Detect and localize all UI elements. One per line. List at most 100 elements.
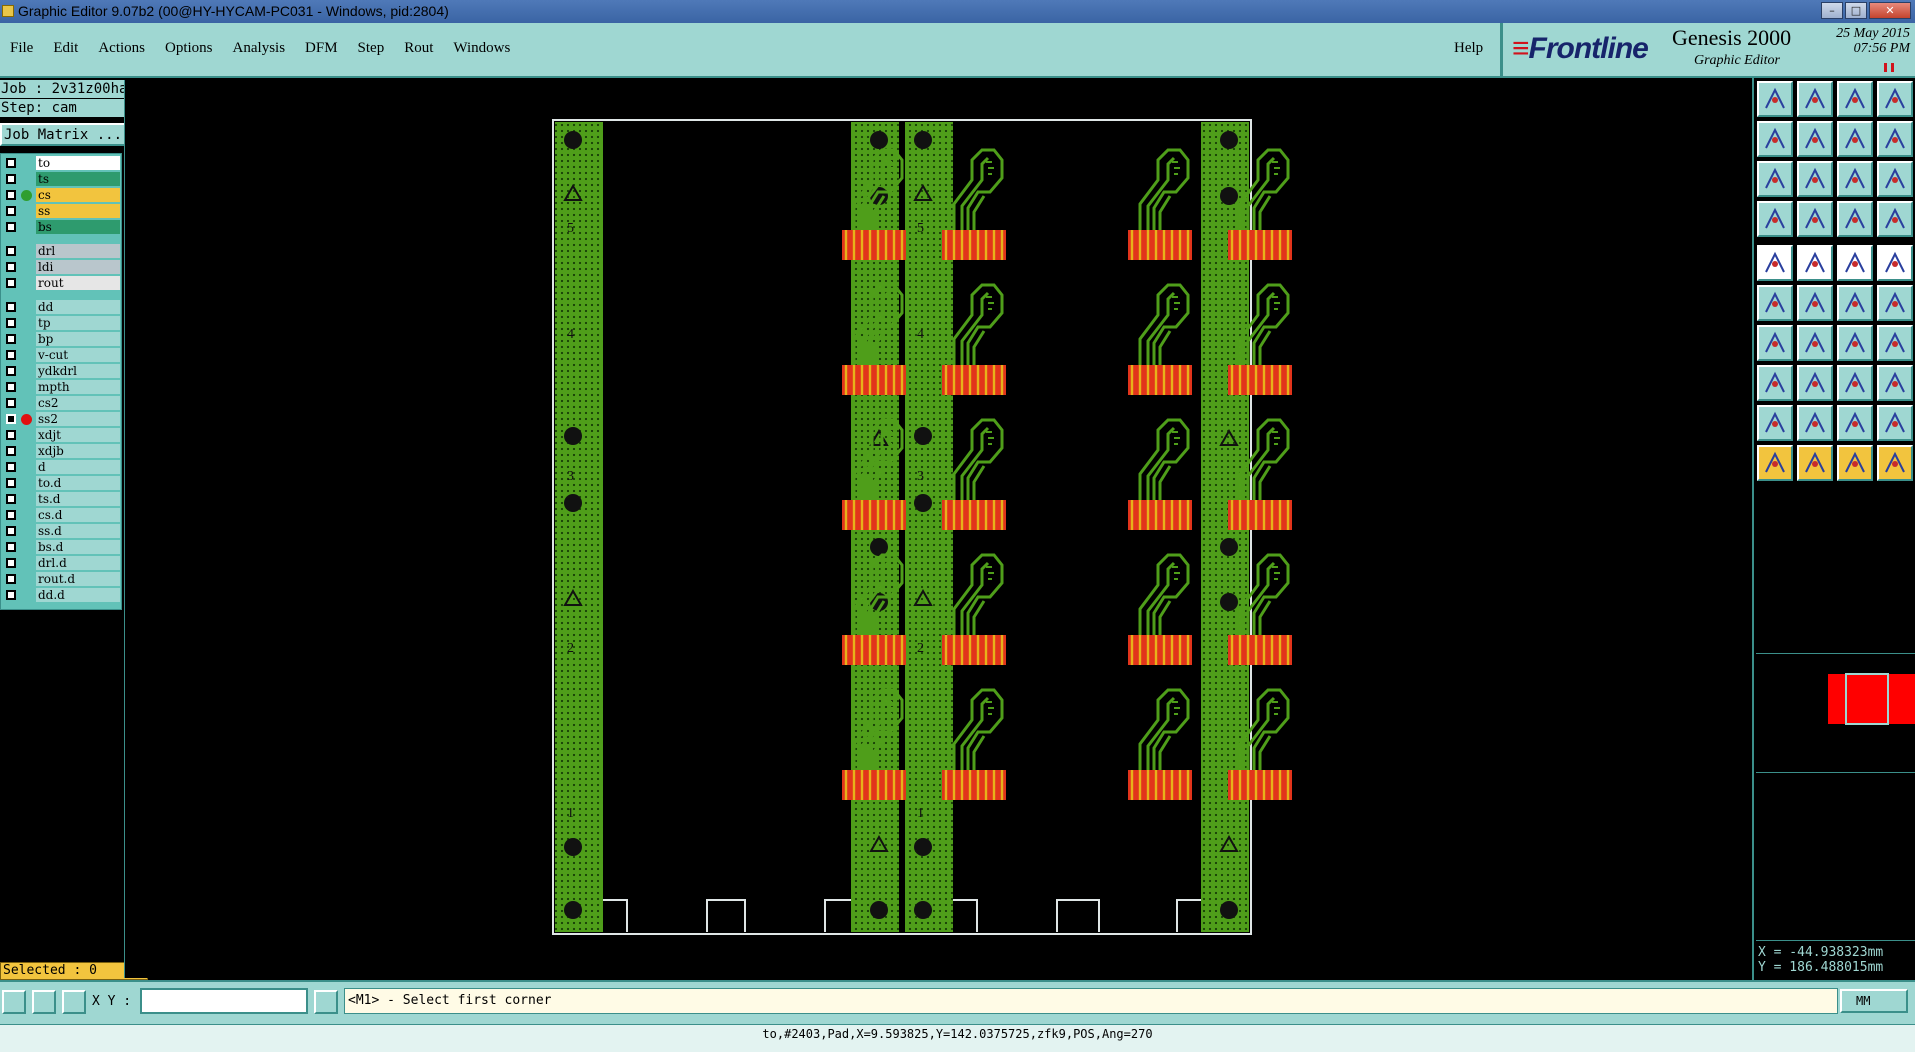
layer-label[interactable]: dd: [36, 300, 120, 314]
layer-checkbox[interactable]: [6, 430, 16, 440]
dot-icon[interactable]: [1877, 245, 1913, 281]
layer-row-to[interactable]: to: [1, 156, 121, 170]
layer-checkbox[interactable]: [6, 558, 16, 568]
redo-icon[interactable]: [1877, 121, 1913, 157]
layer-label[interactable]: to.d: [36, 476, 120, 490]
layer-row-dd[interactable]: dd: [1, 300, 121, 314]
select-route-icon[interactable]: [1877, 445, 1913, 481]
trace-a-icon[interactable]: [1797, 405, 1833, 441]
layer-checkbox[interactable]: [6, 158, 16, 168]
triangle-icon[interactable]: [1757, 405, 1793, 441]
menu-file[interactable]: File: [10, 40, 33, 57]
layer-checkbox[interactable]: [6, 302, 16, 312]
snap-icon[interactable]: [2, 990, 26, 1014]
select-icon[interactable]: [1757, 445, 1793, 481]
overview-map[interactable]: [1756, 653, 1915, 773]
layer-checkbox[interactable]: [6, 446, 16, 456]
layer-checkbox[interactable]: [6, 318, 16, 328]
layer-checkbox[interactable]: [6, 462, 16, 472]
layer-label[interactable]: ts: [36, 172, 120, 186]
measure-box-icon[interactable]: [1837, 365, 1873, 401]
layer-row-ldi[interactable]: ldi: [1, 260, 121, 274]
layer-label[interactable]: d: [36, 460, 120, 474]
xy-input[interactable]: [140, 988, 308, 1014]
layer-label[interactable]: to: [36, 156, 120, 170]
layer-row-mpth[interactable]: mpth: [1, 380, 121, 394]
layer-row-xdjb[interactable]: xdjb: [1, 444, 121, 458]
layer-checkbox[interactable]: [6, 350, 16, 360]
select-circle-icon[interactable]: [1837, 445, 1873, 481]
layer-row-ts.d[interactable]: ts.d: [1, 492, 121, 506]
layer-row-ss2[interactable]: ss2: [1, 412, 121, 426]
connect-icon[interactable]: [1757, 285, 1793, 321]
text-icon[interactable]: [1877, 325, 1913, 361]
trace-c-icon[interactable]: [1877, 405, 1913, 441]
layer-checkbox[interactable]: [6, 398, 16, 408]
layer-row-cs2[interactable]: cs2: [1, 396, 121, 410]
layer-row-ydkdrl[interactable]: ydkdrl: [1, 364, 121, 378]
layer-checkbox[interactable]: [6, 334, 16, 344]
layer-row-bs.d[interactable]: bs.d: [1, 540, 121, 554]
layer-checkbox[interactable]: [6, 246, 16, 256]
info-icon[interactable]: [314, 990, 338, 1014]
layer-row-ts[interactable]: ts: [1, 172, 121, 186]
layer-row-drl[interactable]: drl: [1, 244, 121, 258]
menu-dfm[interactable]: DFM: [305, 40, 338, 57]
copy-icon[interactable]: [1877, 365, 1913, 401]
menu-actions[interactable]: Actions: [98, 40, 145, 57]
layer-label[interactable]: rout: [36, 276, 120, 290]
layer-row-rout.d[interactable]: rout.d: [1, 572, 121, 586]
layer-label[interactable]: bs.d: [36, 540, 120, 554]
prev-icon[interactable]: [1757, 121, 1793, 157]
menu-analysis[interactable]: Analysis: [233, 40, 286, 57]
scale-icon[interactable]: [1837, 161, 1873, 197]
layer-label[interactable]: drl.d: [36, 556, 120, 570]
layer-label[interactable]: cs: [36, 188, 120, 202]
measure-icon[interactable]: [32, 990, 56, 1014]
layer-checkbox[interactable]: [6, 206, 16, 216]
flex-unit-r4-c3[interactable]: [1126, 553, 1194, 667]
snap-pad-icon[interactable]: [1797, 201, 1833, 237]
grid-icon[interactable]: [62, 990, 86, 1014]
layer-label[interactable]: ydkdrl: [36, 364, 120, 378]
layer-label[interactable]: drl: [36, 244, 120, 258]
menu-options[interactable]: Options: [165, 40, 213, 57]
next-icon[interactable]: [1797, 121, 1833, 157]
layer-row-xdjt[interactable]: xdjt: [1, 428, 121, 442]
home-icon[interactable]: [1837, 81, 1873, 117]
graphics-canvas[interactable]: 5 4 3 2 1 5 4 3 2 1: [151, 80, 1751, 980]
layer-label[interactable]: ldi: [36, 260, 120, 274]
window-icon[interactable]: [1877, 81, 1913, 117]
layer-label[interactable]: ts.d: [36, 492, 120, 506]
flex-unit-r5-c3[interactable]: [1126, 688, 1194, 802]
slash-icon[interactable]: [1797, 325, 1833, 361]
layer-label[interactable]: rout.d: [36, 572, 120, 586]
layer-checkbox[interactable]: [6, 366, 16, 376]
layer-row-tp[interactable]: tp: [1, 316, 121, 330]
layer-row-ss.d[interactable]: ss.d: [1, 524, 121, 538]
layer-toggle-icon[interactable]: [1837, 201, 1873, 237]
layer-checkbox[interactable]: [6, 478, 16, 488]
menu-step[interactable]: Step: [358, 40, 385, 57]
query-icon[interactable]: [1877, 161, 1913, 197]
minus-icon[interactable]: [1797, 365, 1833, 401]
pan-icon[interactable]: [1797, 81, 1833, 117]
layer-label[interactable]: bs: [36, 220, 120, 234]
flex-unit-r3-c3[interactable]: [1126, 418, 1194, 532]
layer-checkbox[interactable]: [6, 494, 16, 504]
layer-label[interactable]: tp: [36, 316, 120, 330]
layers-icon[interactable]: [1877, 201, 1913, 237]
zoom-icon[interactable]: [1797, 161, 1833, 197]
layer-label[interactable]: dd.d: [36, 588, 120, 602]
layer-row-rout[interactable]: rout: [1, 276, 121, 290]
fill-icon[interactable]: [1797, 245, 1833, 281]
layer-checkbox[interactable]: [6, 542, 16, 552]
layer-checkbox[interactable]: [6, 174, 16, 184]
layer-label[interactable]: ss: [36, 204, 120, 218]
menu-help[interactable]: Help: [1454, 40, 1483, 57]
layer-row-cs.d[interactable]: cs.d: [1, 508, 121, 522]
layer-checkbox[interactable]: [6, 414, 16, 424]
layer-row-v-cut[interactable]: v-cut: [1, 348, 121, 362]
layer-label[interactable]: ss.d: [36, 524, 120, 538]
pad-add-icon[interactable]: [1877, 285, 1913, 321]
